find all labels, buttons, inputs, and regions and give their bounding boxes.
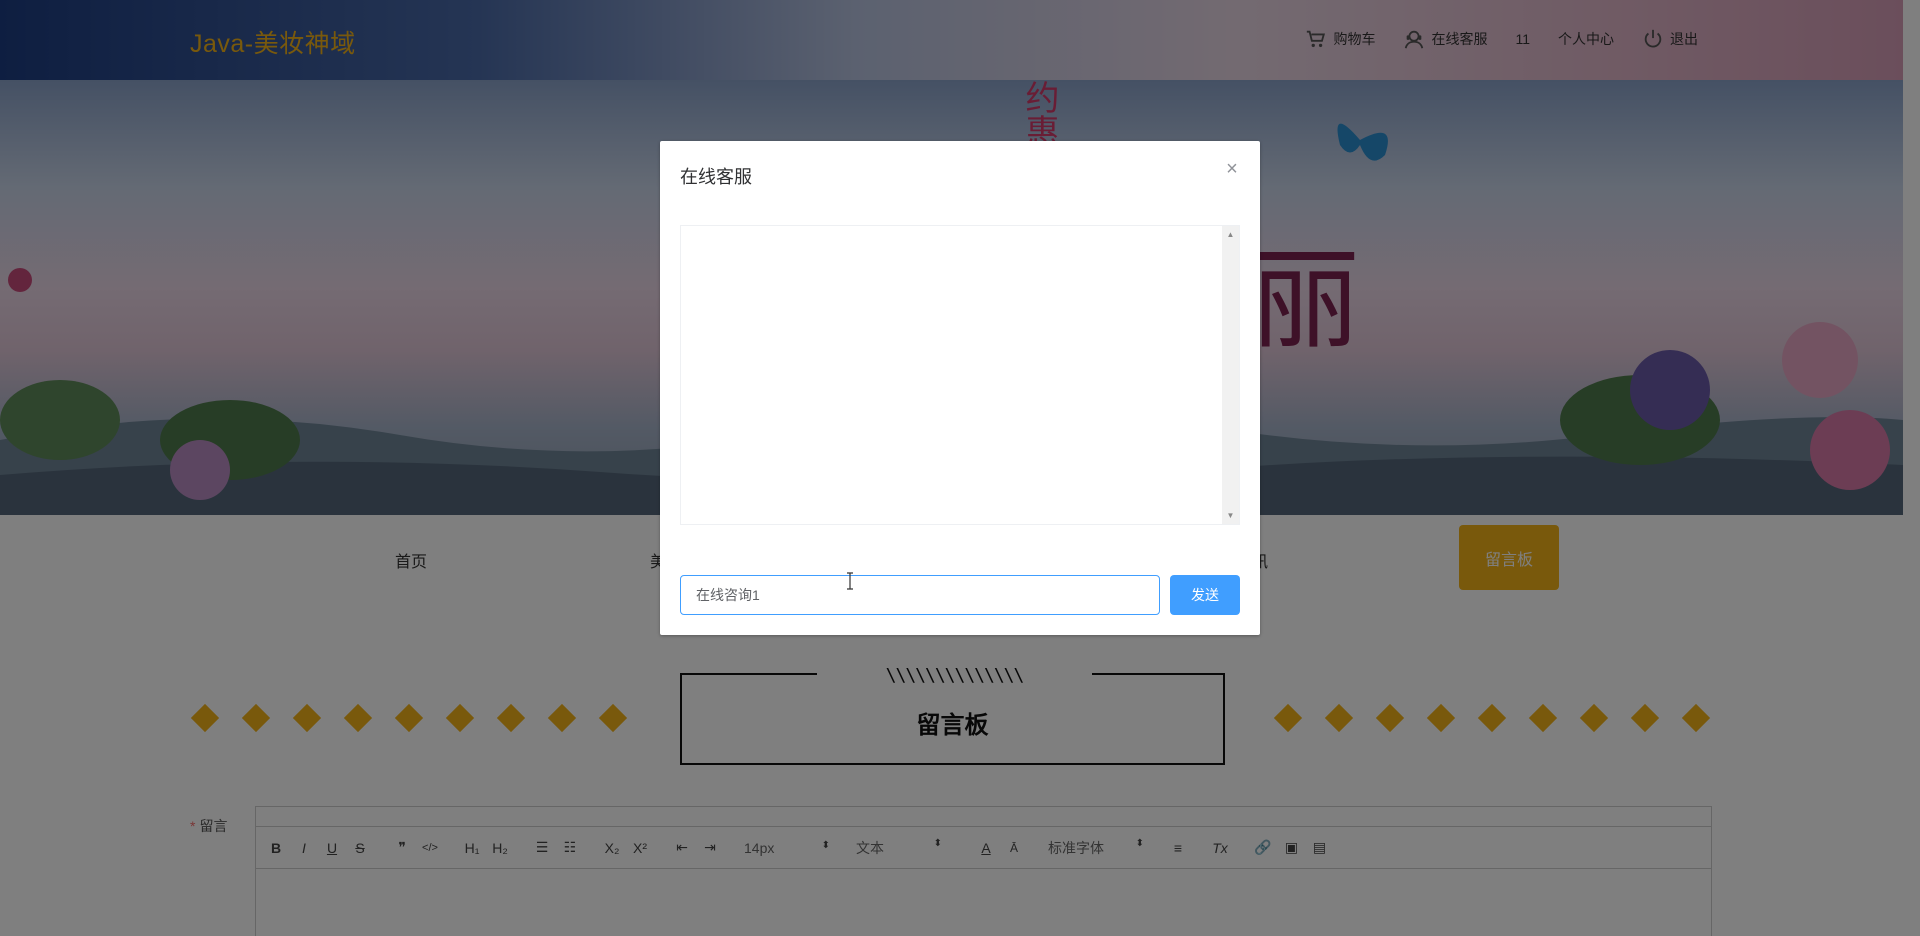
- scroll-up-icon[interactable]: ▲: [1222, 226, 1239, 243]
- close-icon[interactable]: ×: [1222, 159, 1242, 179]
- scroll-down-icon[interactable]: ▼: [1222, 507, 1239, 524]
- chat-input[interactable]: [680, 575, 1160, 615]
- chat-scrollbar[interactable]: ▲ ▼: [1222, 226, 1239, 524]
- online-service-dialog: 在线客服 × ▲ ▼ 发送: [660, 141, 1260, 635]
- dialog-title: 在线客服: [680, 167, 752, 187]
- chat-message-area[interactable]: ▲ ▼: [680, 225, 1240, 525]
- send-button[interactable]: 发送: [1170, 575, 1240, 615]
- text-cursor-icon: [847, 572, 853, 590]
